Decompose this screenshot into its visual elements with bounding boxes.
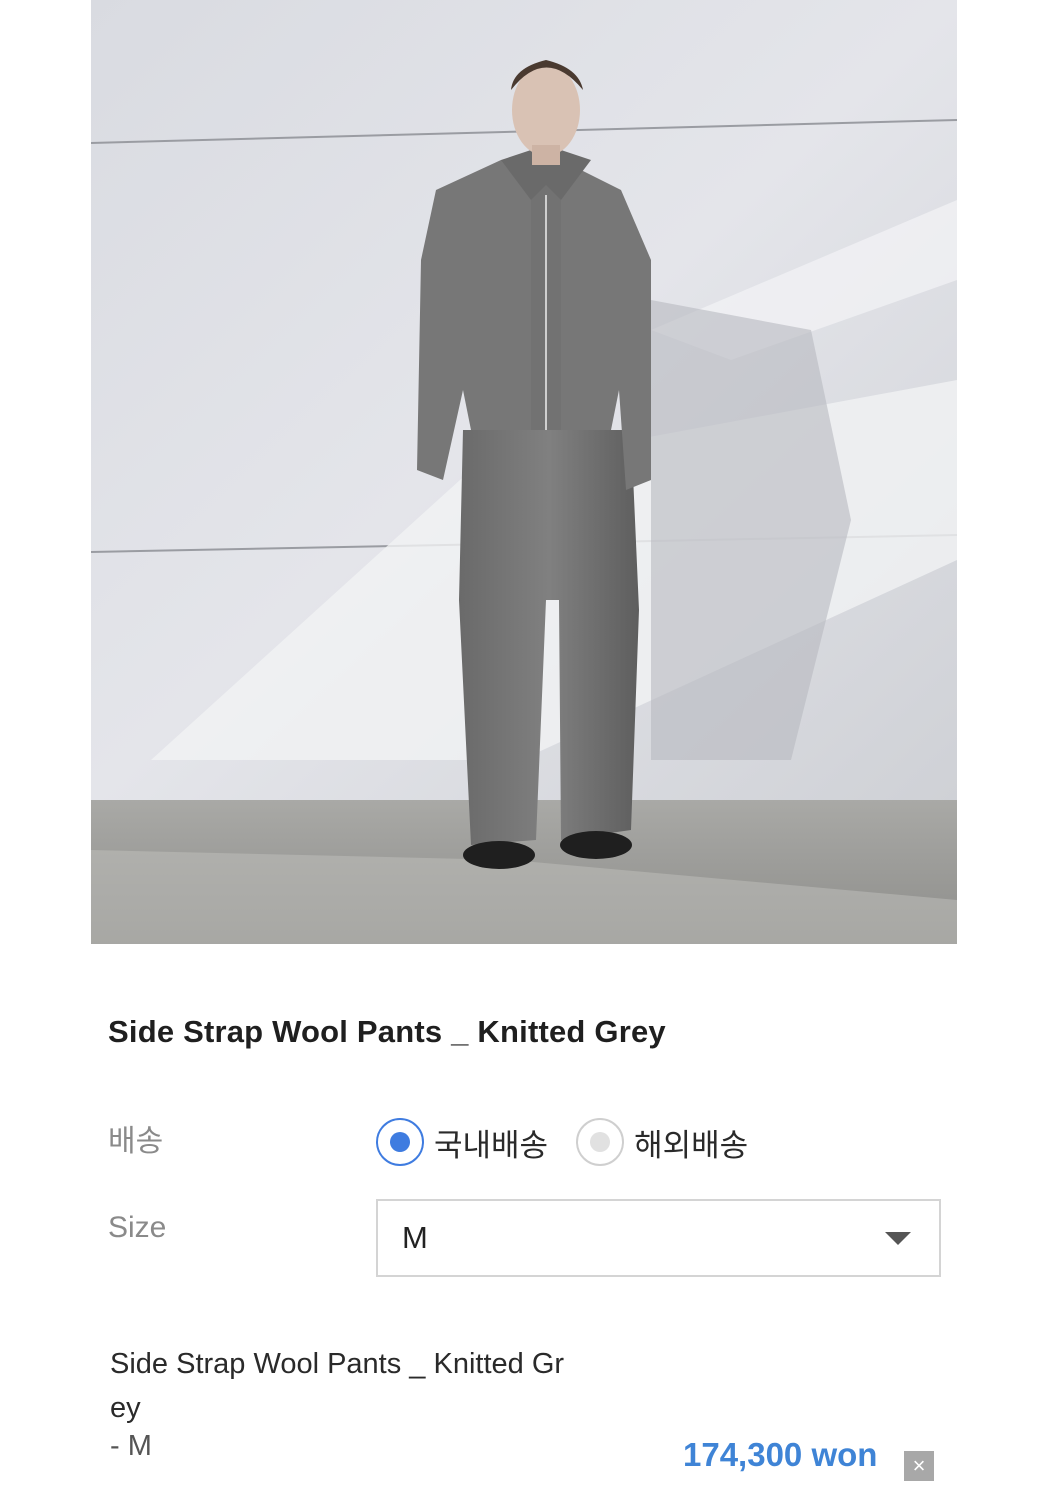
shipping-option-overseas[interactable]: 해외배송 [576, 1118, 748, 1166]
size-label: Size [108, 1211, 167, 1244]
shipping-option-overseas-label: 해외배송 [634, 1127, 749, 1163]
remove-item-button[interactable]: × [904, 1451, 934, 1481]
shipping-label: 배송 [108, 1125, 164, 1158]
radio-dot [390, 1132, 410, 1152]
chevron-down-icon [885, 1231, 911, 1245]
selected-item-name: Side Strap Wool Pants _ Knitted Grey [110, 1348, 565, 1424]
size-select[interactable]: M [376, 1199, 941, 1277]
product-detail-page: Side Strap Wool Pants _ Knitted Grey 배송 … [0, 0, 1048, 1500]
radio-selected-icon[interactable] [376, 1118, 424, 1166]
shipping-radio-group: 국내배송 해외배송 [376, 1118, 776, 1166]
product-image [91, 0, 957, 944]
selected-item-price: 174,300 won [683, 1436, 878, 1473]
size-selected-value: M [402, 1220, 428, 1255]
radio-dot [590, 1132, 611, 1152]
product-title: Side Strap Wool Pants _ Knitted Grey [108, 1014, 666, 1049]
shipping-option-domestic-label: 국내배송 [434, 1127, 549, 1163]
shipping-option-domestic[interactable]: 국내배송 [376, 1118, 548, 1166]
radio-unselected-icon[interactable] [576, 1118, 625, 1166]
close-icon: × [912, 1453, 926, 1478]
selected-item-option: - M [110, 1430, 152, 1462]
